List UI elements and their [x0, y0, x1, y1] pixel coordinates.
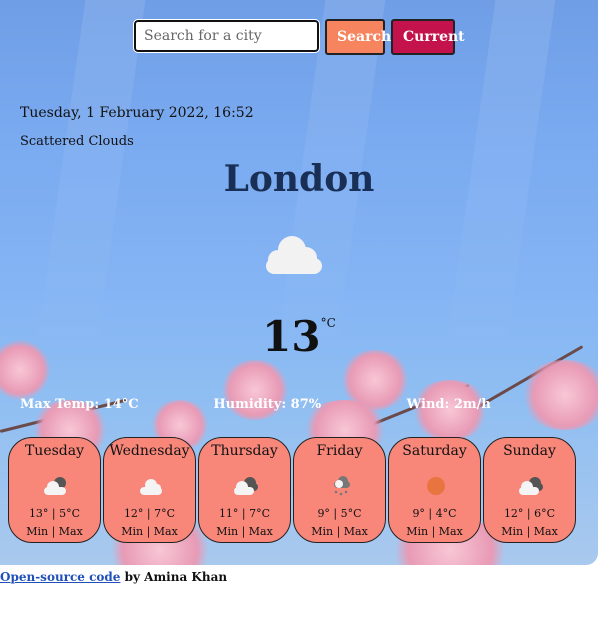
temperature-unit[interactable]: °C — [321, 316, 336, 330]
sun-cloud-icon — [44, 477, 66, 495]
forecast-day: Thursday 11° | 7°C Min | Max — [198, 437, 291, 543]
temperature-value: 13 — [262, 312, 321, 361]
weather-stats: Max Temp: 14°C Humidity: 87% Wind: 2m/h — [20, 397, 598, 412]
forecast-day: Tuesday 13° | 5°C Min | Max — [8, 437, 101, 543]
forecast-temps: 11° | 7°C — [218, 507, 271, 520]
forecast-min-max: Min | Max — [406, 525, 463, 538]
forecast-day: Friday 9° | 5°C Min | Max — [293, 437, 386, 543]
city-search-input[interactable] — [133, 19, 320, 53]
forecast-day-name: Thursday — [211, 443, 278, 459]
forecast-day-name: Sunday — [503, 443, 556, 459]
footer: Open-source code by Amina Khan — [0, 570, 227, 584]
rain-cloud-icon — [334, 476, 350, 496]
forecast-day-name: Wednesday — [109, 443, 190, 459]
humidity-stat: Humidity: 87% — [213, 397, 322, 412]
forecast-min-max: Min | Max — [501, 525, 558, 538]
forecast-temps: 12° | 6°C — [503, 507, 556, 520]
forecast-min-max: Min | Max — [216, 525, 273, 538]
search-button[interactable]: Search — [325, 19, 391, 55]
open-source-link[interactable]: Open-source code — [0, 570, 120, 584]
weather-description: Scattered Clouds — [20, 134, 134, 149]
current-temperature: 13°C — [0, 312, 598, 361]
forecast-day-name: Saturday — [402, 443, 467, 459]
forecast-min-max: Min | Max — [26, 525, 83, 538]
forecast-day: Sunday 12° | 6°C Min | Max — [483, 437, 576, 543]
forecast-temps: 12° | 7°C — [123, 507, 176, 520]
forecast-min-max: Min | Max — [121, 525, 178, 538]
blossom — [520, 360, 598, 430]
sun-icon — [427, 477, 445, 495]
forecast-day: Saturday 9° | 4°C Min | Max — [388, 437, 481, 543]
author-credit: by Amina Khan — [120, 570, 228, 584]
forecast-temps: 9° | 4°C — [412, 507, 457, 520]
forecast-day-name: Tuesday — [24, 443, 85, 459]
dark-cloud-icon — [234, 477, 258, 495]
search-bar: Search Current — [133, 19, 465, 55]
current-datetime: Tuesday, 1 February 2022, 16:52 — [20, 105, 254, 121]
forecast-temps: 13° | 5°C — [28, 507, 81, 520]
forecast-day-name: Friday — [316, 443, 363, 459]
forecast-list: Tuesday 13° | 5°C Min | Max Wednesday 12… — [8, 437, 576, 543]
cloud-icon — [266, 236, 322, 274]
cloud-icon — [140, 479, 162, 495]
weather-card: Search Current Tuesday, 1 February 2022,… — [0, 0, 598, 565]
city-name: London — [223, 158, 375, 200]
max-temp-stat: Max Temp: 14°C — [20, 397, 139, 412]
dark-cloud-icon — [519, 477, 543, 495]
forecast-day: Wednesday 12° | 7°C Min | Max — [103, 437, 196, 543]
forecast-temps: 9° | 5°C — [317, 507, 362, 520]
wind-stat: Wind: 2m/h — [406, 397, 491, 412]
current-location-button[interactable]: Current — [391, 19, 465, 55]
forecast-min-max: Min | Max — [311, 525, 368, 538]
